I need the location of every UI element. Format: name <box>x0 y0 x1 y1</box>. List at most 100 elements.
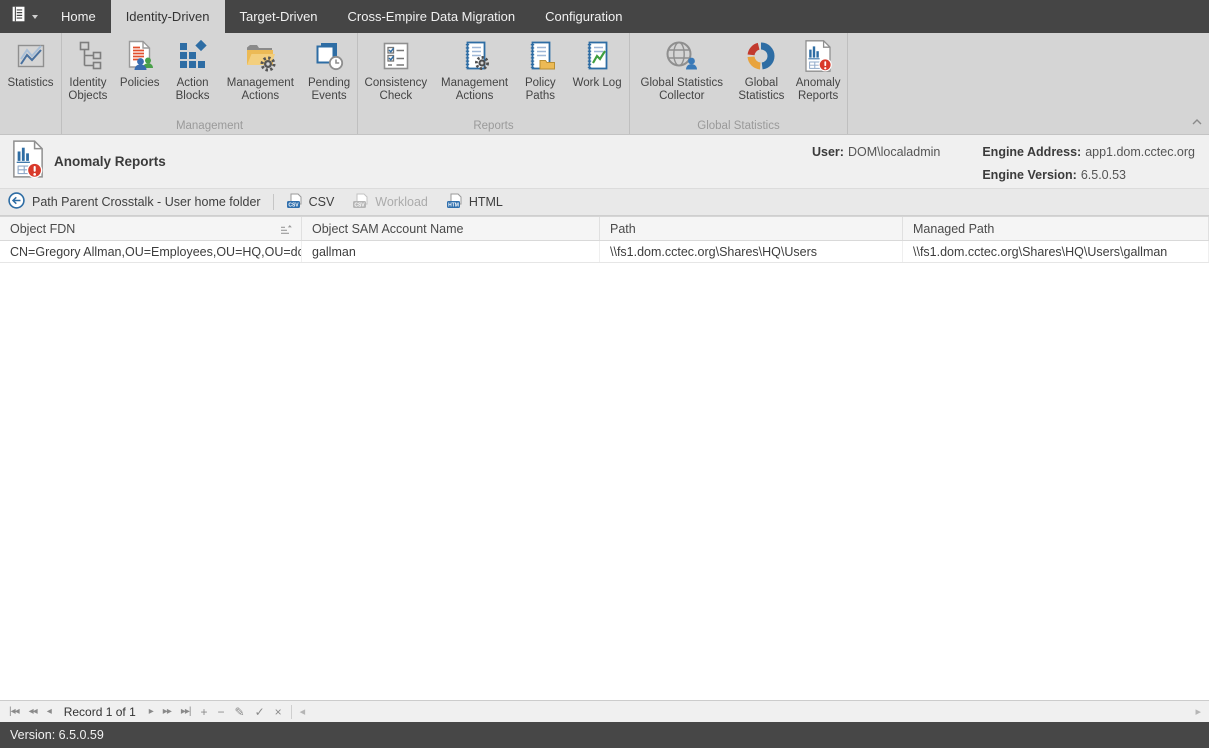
tab-home[interactable]: Home <box>46 0 111 33</box>
user-value: DOM\localadmin <box>848 145 940 159</box>
csv-file-icon-disabled: CSV <box>352 193 370 212</box>
next-page-button[interactable]: ▸▸ <box>158 706 176 717</box>
engine-info: User: DOM\localadmin Engine Address: app1.… <box>812 135 1195 182</box>
management-actions-button[interactable]: Management Actions <box>219 38 301 103</box>
engine-address-value: app1.dom.cctec.org <box>1085 145 1195 159</box>
work-log-button[interactable]: Work Log <box>565 38 629 90</box>
button-label: Identity Objects <box>64 77 112 103</box>
notebook-folder-icon <box>524 38 556 74</box>
ribbon-group-label: Global Statistics <box>630 120 847 132</box>
policy-paths-button[interactable]: Policy Paths <box>515 38 565 103</box>
csv-file-icon: CSV <box>286 193 304 212</box>
column-label: Managed Path <box>913 222 994 236</box>
html-file-icon: HTM <box>446 193 464 212</box>
export-csv-button[interactable]: CSV CSV <box>286 193 335 212</box>
global-statistics-button[interactable]: Global Statistics <box>734 38 790 103</box>
consistency-check-button[interactable]: Consistency Check <box>358 38 434 103</box>
version-label: Version: <box>10 728 55 742</box>
engine-version-value: 6.5.0.53 <box>1081 168 1126 182</box>
cancel-edit-button[interactable]: × <box>270 705 287 719</box>
column-header-object-sam-account-name[interactable]: Object SAM Account Name <box>302 217 600 240</box>
ribbon-group-management: Identity Objects Policies <box>62 33 358 134</box>
button-label: Management Actions <box>221 77 299 103</box>
results-grid: Object FDN Object SAM Account Name Path … <box>0 216 1209 700</box>
column-label: Object FDN <box>10 222 75 236</box>
back-button[interactable]: Path Parent Crosstalk - User home folder <box>8 192 261 212</box>
button-label: Global Statistics <box>736 77 788 103</box>
donut-chart-icon <box>745 38 777 74</box>
chevron-down-icon <box>32 15 38 19</box>
user-info: User: DOM\localadmin <box>812 145 940 159</box>
add-record-button[interactable]: + <box>195 705 212 719</box>
tab-cross-empire-data-migration[interactable]: Cross-Empire Data Migration <box>333 0 531 33</box>
prev-record-button[interactable]: ◂ <box>42 706 56 717</box>
record-navigator: |◂◂ ◂◂ ◂ Record 1 of 1 ▸ ▸▸ ▸▸| + − ✎ ✓ … <box>0 700 1209 722</box>
pending-events-button[interactable]: Pending Events <box>301 38 357 103</box>
cell-managed-path: \\fs1.dom.cctec.org\Shares\HQ\Users\gall… <box>903 241 1209 262</box>
ribbon-group-label: Reports <box>358 120 629 132</box>
user-label: User: <box>812 145 844 159</box>
policies-button[interactable]: Policies <box>114 38 166 90</box>
status-bar: Version: 6.5.0.59 <box>0 722 1209 748</box>
globe-user-icon <box>665 38 699 74</box>
button-label: Consistency Check <box>360 77 432 103</box>
scroll-left-arrow[interactable]: ◂ <box>296 705 310 718</box>
first-record-button[interactable]: |◂◂ <box>4 706 24 717</box>
commit-edit-button[interactable]: ✓ <box>250 705 270 719</box>
app-menu-icon <box>9 4 29 29</box>
action-blocks-button[interactable]: Action Blocks <box>166 38 220 103</box>
engine-address-info: Engine Address: app1.dom.cctec.org <box>982 145 1195 159</box>
folder-gear-icon <box>244 38 276 74</box>
version-value: 6.5.0.59 <box>59 728 104 742</box>
ribbon: Statistics Identity Objects <box>0 33 1209 135</box>
report-breadcrumb-label: Path Parent Crosstalk - User home folder <box>32 195 261 209</box>
horizontal-scrollbar[interactable]: ◂ ▸ <box>296 705 1205 718</box>
prev-page-button[interactable]: ◂◂ <box>24 706 42 717</box>
button-label: CSV <box>309 195 335 209</box>
button-label: Pending Events <box>303 77 355 103</box>
export-workload-button[interactable]: CSV Workload <box>352 193 428 212</box>
line-chart-icon <box>15 38 47 74</box>
cell-object-fdn: CN=Gregory Allman,OU=Employees,OU=HQ,OU=… <box>0 241 302 262</box>
button-label: Global Statistics Collector <box>632 77 732 103</box>
chevron-up-icon <box>1192 119 1202 125</box>
button-label: HTML <box>469 195 503 209</box>
app-menu-button[interactable] <box>0 0 46 33</box>
pages-clock-icon <box>313 38 345 74</box>
table-row[interactable]: CN=Gregory Allman,OU=Employees,OU=HQ,OU=… <box>0 241 1209 263</box>
scroll-right-arrow[interactable]: ▸ <box>1191 705 1205 718</box>
next-record-button[interactable]: ▸ <box>144 706 158 717</box>
anomaly-report-icon <box>12 140 44 183</box>
tab-configuration[interactable]: Configuration <box>530 0 637 33</box>
column-header-object-fdn[interactable]: Object FDN <box>0 217 302 240</box>
cell-object-sam-account-name: gallman <box>302 241 600 262</box>
export-html-button[interactable]: HTM HTML <box>446 193 503 212</box>
anomaly-report-icon <box>804 38 832 74</box>
edit-record-button[interactable]: ✎ <box>230 705 250 719</box>
delete-record-button[interactable]: − <box>213 705 230 719</box>
grid-header-row: Object FDN Object SAM Account Name Path … <box>0 216 1209 241</box>
cell-path: \\fs1.dom.cctec.org\Shares\HQ\Users <box>600 241 903 262</box>
tab-target-driven[interactable]: Target-Driven <box>225 0 333 33</box>
tab-bar: Home Identity-Driven Target-Driven Cross… <box>0 0 1209 33</box>
toolbar-separator <box>273 194 274 210</box>
tab-identity-driven[interactable]: Identity-Driven <box>111 0 225 33</box>
button-label: Statistics <box>7 77 53 90</box>
button-label: Workload <box>375 195 428 209</box>
button-label: Policy Paths <box>517 77 563 103</box>
column-header-managed-path[interactable]: Managed Path <box>903 217 1209 240</box>
management-actions-report-button[interactable]: Management Actions <box>434 38 516 103</box>
org-tree-icon <box>72 38 104 74</box>
anomaly-reports-button[interactable]: Anomaly Reports <box>789 38 847 103</box>
identity-objects-button[interactable]: Identity Objects <box>62 38 114 103</box>
engine-address-label: Engine Address: <box>982 145 1081 159</box>
ribbon-group-label: Management <box>62 120 357 132</box>
statistics-button[interactable]: Statistics <box>0 38 61 90</box>
global-statistics-collector-button[interactable]: Global Statistics Collector <box>630 38 734 103</box>
button-label: Action Blocks <box>168 77 218 103</box>
ribbon-collapse-button[interactable] <box>1192 112 1202 130</box>
column-header-path[interactable]: Path <box>600 217 903 240</box>
navigator-separator <box>291 705 292 719</box>
engine-version-info: Engine Version:6.5.0.53 <box>982 168 1195 182</box>
last-record-button[interactable]: ▸▸| <box>176 706 196 717</box>
